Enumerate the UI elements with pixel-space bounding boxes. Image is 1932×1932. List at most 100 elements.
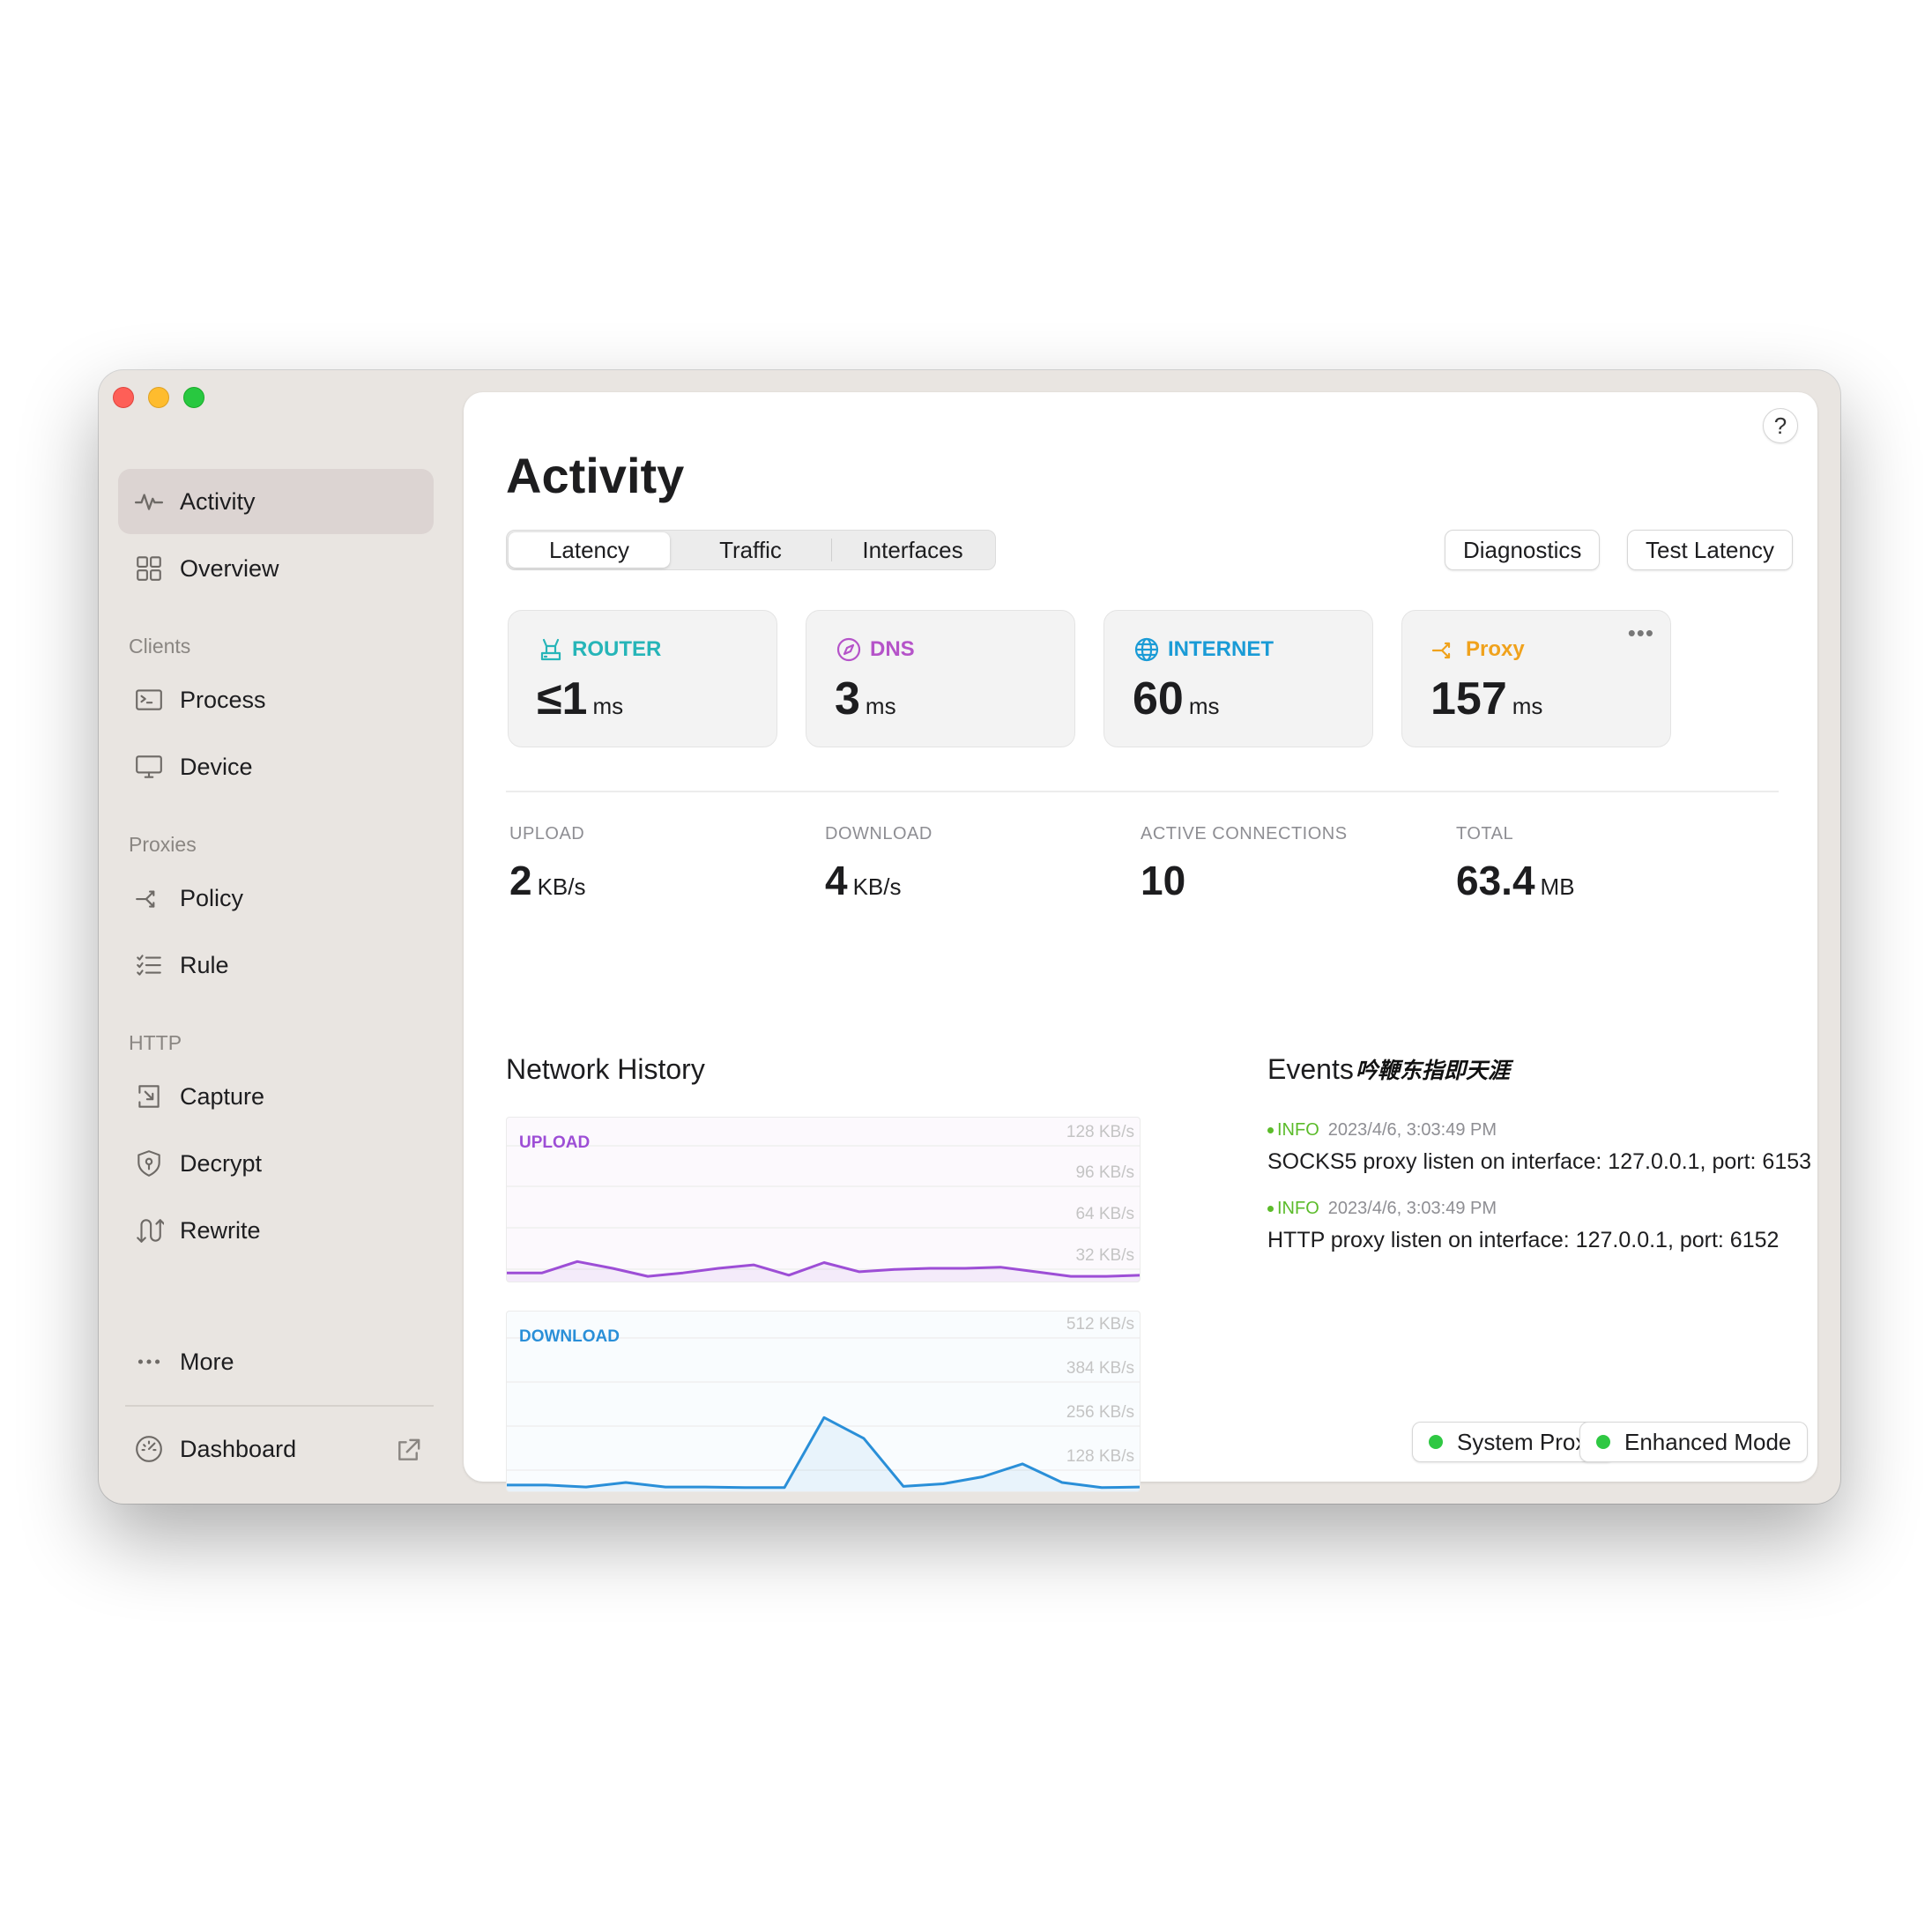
stat-label: ACTIVE CONNECTIONS <box>1141 824 1348 843</box>
grid-icon <box>137 556 161 581</box>
section-divider <box>506 791 1779 792</box>
axis-tick-label: 32 KB/s <box>1075 1246 1134 1265</box>
sidebar-item-capture[interactable]: Capture <box>118 1064 434 1129</box>
sidebar-item-process[interactable]: Process <box>118 667 434 732</box>
axis-tick-label: 64 KB/s <box>1075 1205 1134 1223</box>
event-meta: INFO 2023/4/6, 3:03:49 PM <box>1267 1199 1779 1219</box>
latency-unit: ms <box>865 693 896 719</box>
sidebar-item-device[interactable]: Device <box>118 734 434 799</box>
event-message: SOCKS5 proxy listen on interface: 127.0.… <box>1267 1149 1812 1174</box>
latency-number: 3 <box>835 673 860 724</box>
stat-number: 2 <box>509 858 532 903</box>
sidebar-item-decrypt[interactable]: Decrypt <box>118 1131 434 1196</box>
activity-pulse-icon <box>134 494 164 510</box>
event-level: INFO <box>1267 1199 1319 1219</box>
event-time: 2023/4/6, 3:03:49 PM <box>1327 1199 1497 1218</box>
latency-card-header: ROUTER <box>537 635 661 664</box>
router-icon <box>540 638 561 661</box>
network-history-title: Network History <box>506 1053 705 1085</box>
latency-card-dns[interactable]: DNS 3 ms <box>806 610 1075 747</box>
sidebar: Activity Overview Clients Process Device… <box>99 370 460 1504</box>
event-level-text: INFO <box>1277 1120 1319 1140</box>
info-dot-icon <box>1267 1206 1274 1212</box>
latency-card-header: Proxy <box>1430 635 1525 664</box>
chart-series-label: UPLOAD <box>519 1133 590 1152</box>
sidebar-item-more[interactable]: More <box>118 1329 434 1394</box>
sidebar-item-rewrite[interactable]: Rewrite <box>118 1198 434 1263</box>
latency-value: 60 ms <box>1133 672 1220 725</box>
page-title: Activity <box>506 448 685 503</box>
globe-icon <box>1134 637 1159 662</box>
stat-total: TOTAL 63.4 MB <box>1456 824 1575 904</box>
status-on-dot-icon <box>1596 1435 1610 1449</box>
latency-card-header: INTERNET <box>1133 635 1274 664</box>
sidebar-item-label: Rule <box>180 951 229 978</box>
upload-chart-svg: 128 KB/s 96 KB/s 64 KB/s 32 KB/s UPLOAD <box>507 1123 1140 1282</box>
latency-unit: ms <box>592 693 624 719</box>
latency-unit: ms <box>1188 693 1220 719</box>
sidebar-divider <box>125 1405 434 1407</box>
sidebar-item-policy[interactable]: Policy <box>118 866 434 931</box>
latency-card-router[interactable]: ROUTER ≤1 ms <box>508 610 777 747</box>
monitor-icon <box>136 755 162 778</box>
sidebar-item-rule[interactable]: Rule <box>118 933 434 998</box>
latency-label: INTERNET <box>1168 637 1274 661</box>
stat-unit: KB/s <box>852 873 902 900</box>
axis-tick-label: 128 KB/s <box>1066 1447 1134 1466</box>
diagnostics-button[interactable]: Diagnostics <box>1445 530 1601 570</box>
latency-card-proxy[interactable]: Proxy ••• 157 ms <box>1401 610 1671 747</box>
enhanced-mode-toggle[interactable]: Enhanced Mode <box>1579 1422 1809 1462</box>
branch-arrows-icon <box>136 890 155 908</box>
latency-value: 157 ms <box>1430 672 1542 725</box>
shield-icon <box>137 1150 160 1177</box>
main-content: ? Activity Latency Traffic Interfaces Di… <box>464 392 1817 1492</box>
stat-label: TOTAL <box>1456 824 1514 843</box>
more-options-icon[interactable]: ••• <box>1628 620 1654 647</box>
sidebar-item-activity[interactable]: Activity <box>118 469 434 534</box>
sidebar-item-label: Device <box>180 753 253 780</box>
download-chart-svg: 512 KB/s 384 KB/s 256 KB/s 128 KB/s DOWNLOAD <box>507 1315 1140 1491</box>
axis-tick-label: 384 KB/s <box>1066 1359 1134 1378</box>
stat-value: 63.4 MB <box>1456 857 1575 904</box>
latency-number: ≤1 <box>537 673 588 724</box>
latency-value: 3 ms <box>835 672 896 725</box>
sidebar-item-label: Decrypt <box>180 1149 263 1177</box>
stat-unit: KB/s <box>537 873 586 900</box>
latency-label: ROUTER <box>572 637 662 661</box>
events-title: Events <box>1267 1053 1354 1085</box>
tab-interfaces[interactable]: Interfaces <box>832 532 993 568</box>
watermark-text: 吟鞭东指即天涯 <box>1356 1058 1511 1083</box>
event-time: 2023/4/6, 3:03:49 PM <box>1327 1120 1497 1140</box>
enhanced-mode-label: Enhanced Mode <box>1624 1428 1792 1455</box>
info-dot-icon <box>1267 1127 1274 1133</box>
event-level-text: INFO <box>1277 1199 1319 1218</box>
tab-traffic[interactable]: Traffic <box>670 532 831 568</box>
view-segmented-control: Latency Traffic Interfaces <box>506 530 996 570</box>
external-link-icon[interactable] <box>393 1436 423 1466</box>
sidebar-item-label: Activity <box>180 487 256 515</box>
stat-value: 10 <box>1141 857 1348 904</box>
chart-area-fill <box>507 1417 1140 1491</box>
ellipsis-icon <box>137 1359 160 1364</box>
latency-label: DNS <box>870 637 915 661</box>
latency-card-internet[interactable]: INTERNET 60 ms <box>1103 610 1373 747</box>
sidebar-item-label: Process <box>180 686 266 713</box>
latency-number: 60 <box>1133 673 1184 724</box>
rewrite-arrows-icon <box>137 1219 164 1243</box>
axis-tick-label: 128 KB/s <box>1066 1123 1134 1141</box>
sidebar-item-overview[interactable]: Overview <box>118 536 434 601</box>
sidebar-section-http: HTTP <box>129 1031 182 1054</box>
stat-upload: UPLOAD 2 KB/s <box>509 824 586 904</box>
axis-tick-label: 96 KB/s <box>1075 1163 1134 1182</box>
event-item: INFO 2023/4/6, 3:03:49 PM SOCKS5 proxy l… <box>1267 1120 1811 1175</box>
event-message: HTTP proxy listen on interface: 127.0.0.… <box>1267 1228 1780 1252</box>
event-level: INFO <box>1267 1120 1319 1141</box>
help-button[interactable]: ? <box>1763 408 1798 443</box>
tab-latency[interactable]: Latency <box>509 532 670 568</box>
stat-number: 10 <box>1141 858 1186 903</box>
sidebar-item-label: Rewrite <box>180 1216 261 1244</box>
test-latency-button[interactable]: Test Latency <box>1627 530 1793 570</box>
stat-label: DOWNLOAD <box>825 824 933 843</box>
event-meta: INFO 2023/4/6, 3:03:49 PM <box>1267 1120 1811 1141</box>
sidebar-item-dashboard[interactable]: Dashboard <box>118 1416 434 1482</box>
